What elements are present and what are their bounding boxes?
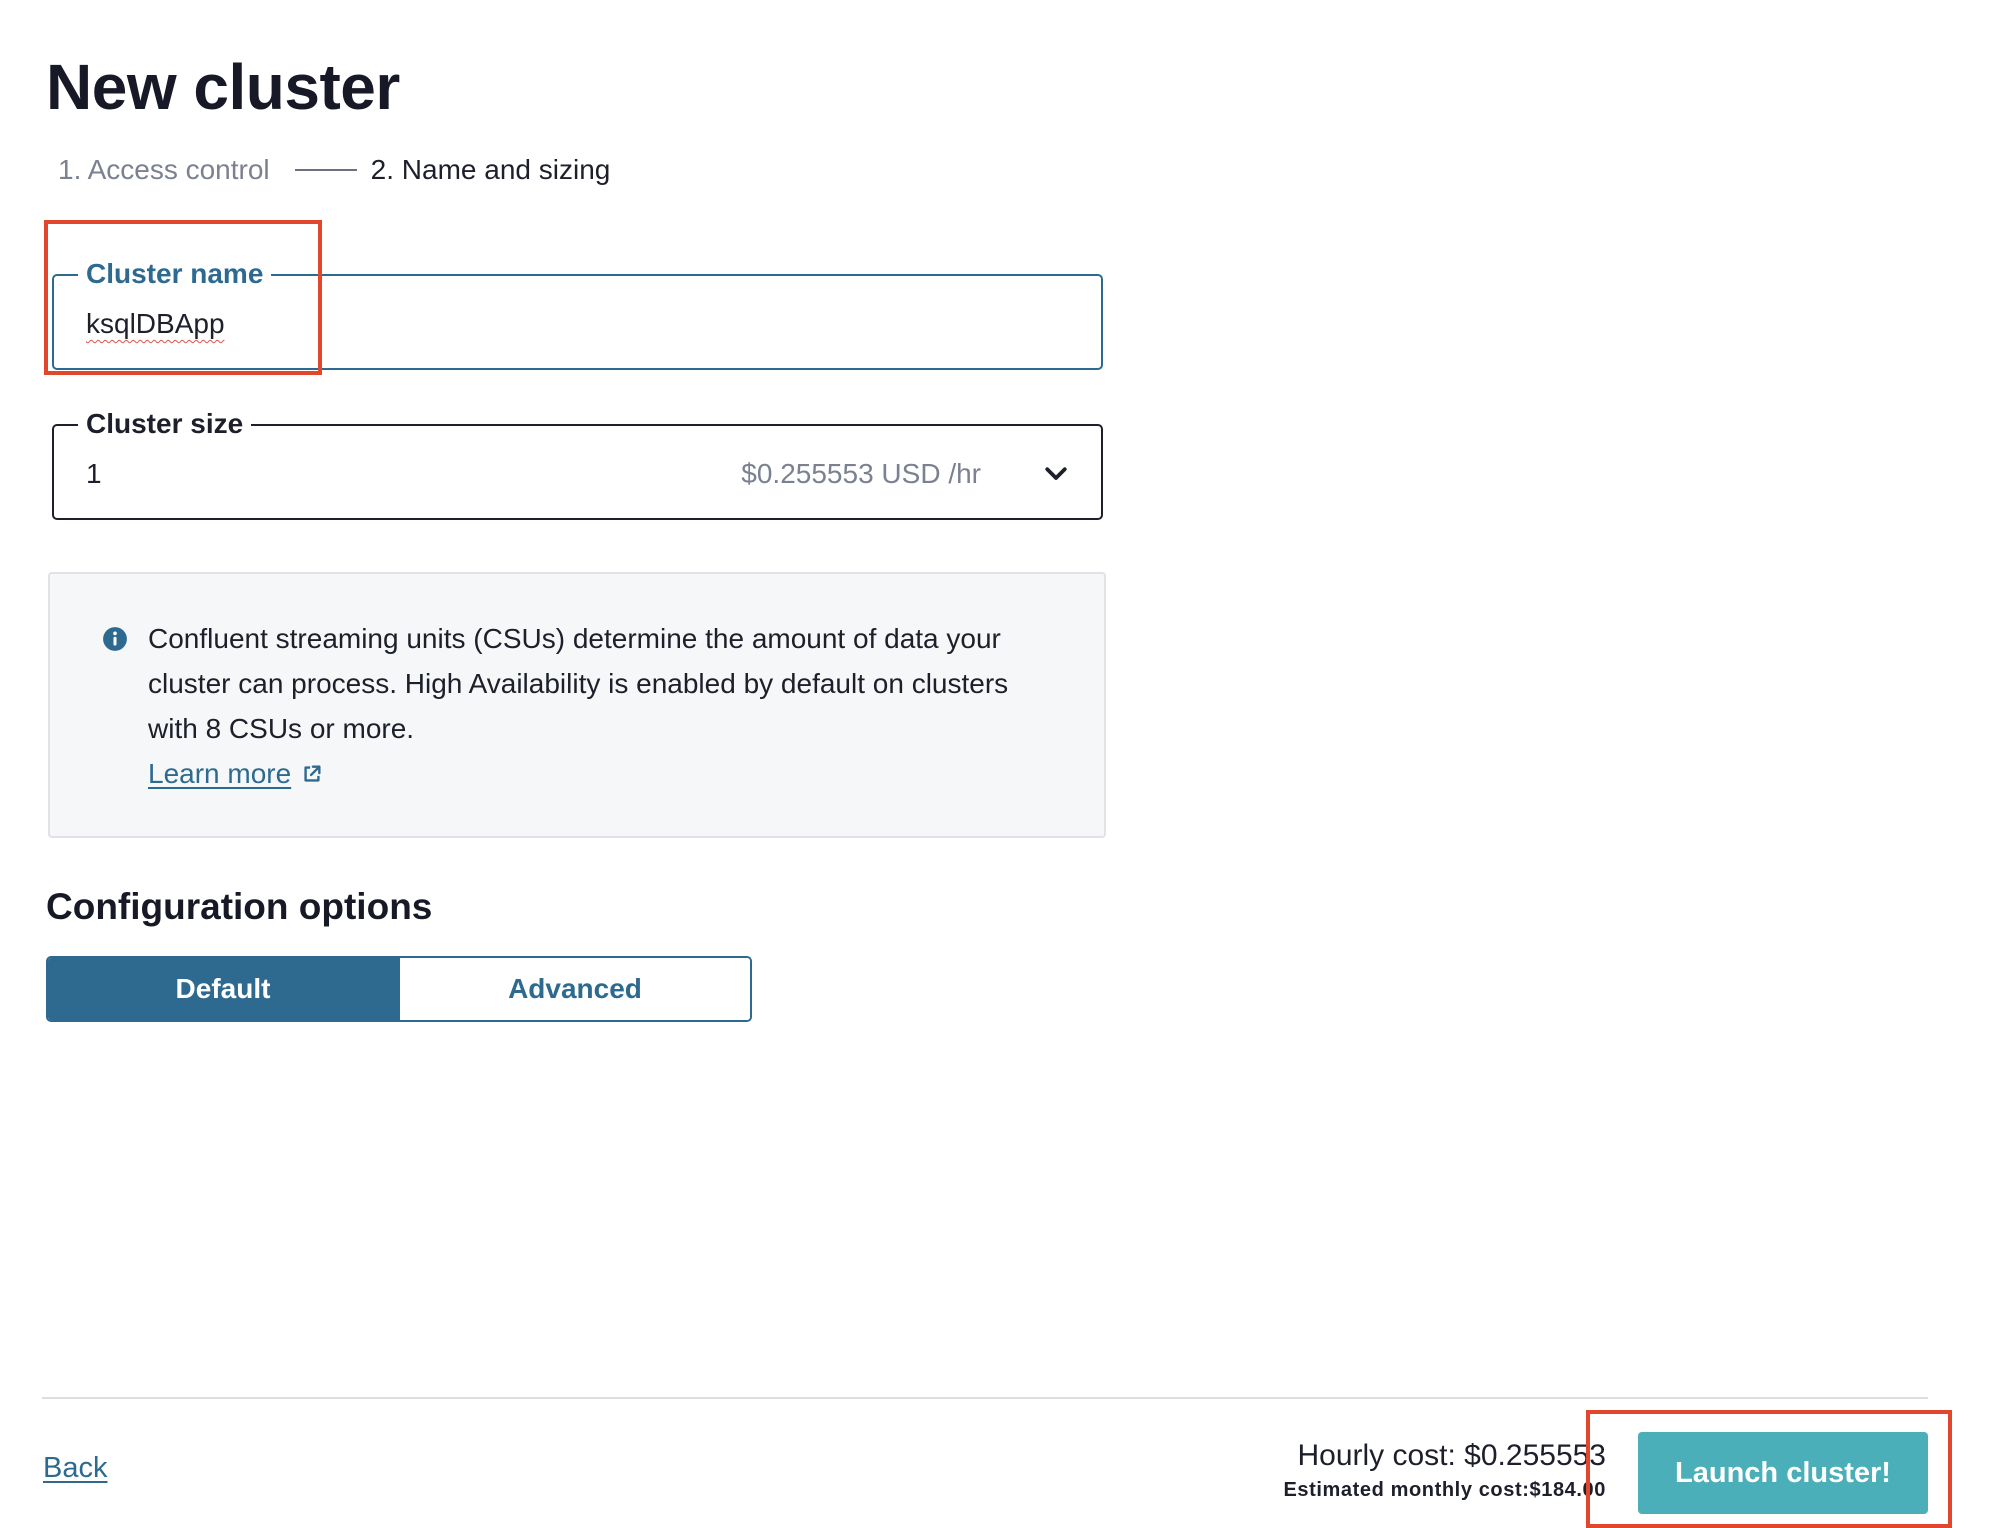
option-default-button[interactable]: Default <box>48 958 398 1020</box>
step-connector <box>294 169 357 171</box>
info-description: Confluent streaming units (CSUs) determi… <box>148 623 1009 744</box>
info-icon <box>103 627 127 651</box>
chevron-down-icon[interactable] <box>1041 458 1071 488</box>
csu-info-box: Confluent streaming units (CSUs) determi… <box>48 572 1106 838</box>
cost-summary: Hourly cost: $0.255553 Estimated monthly… <box>1283 1436 1606 1504</box>
cluster-size-price: $0.255553 USD /hr <box>741 458 981 489</box>
back-link[interactable]: Back <box>43 1452 107 1485</box>
cluster-size-label: Cluster size <box>78 404 252 444</box>
cluster-name-label: Cluster name <box>78 254 272 294</box>
external-link-icon <box>304 764 321 782</box>
monthly-cost: Estimated monthly cost:$184.00 <box>1283 1479 1606 1501</box>
cluster-size-select[interactable]: Cluster size 1 $0.255553 USD /hr <box>52 404 1103 520</box>
cluster-name-input[interactable]: ksqlDBApp <box>86 304 225 344</box>
option-advanced-button[interactable]: Advanced <box>398 958 750 1020</box>
hourly-cost: Hourly cost: $0.255553 <box>1297 1439 1606 1472</box>
cluster-name-field[interactable]: Cluster name ksqlDBApp <box>52 254 1103 370</box>
footer-divider <box>42 1397 1928 1399</box>
configuration-options-toggle: Default Advanced <box>46 956 752 1022</box>
launch-cluster-button[interactable]: Launch cluster! <box>1638 1432 1928 1514</box>
cluster-size-value: 1 <box>86 458 102 489</box>
configuration-options-title: Configuration options <box>46 886 433 927</box>
info-text: Confluent streaming units (CSUs) determi… <box>148 616 1048 796</box>
stepper: 1. Access control 2. Name and sizing <box>58 150 610 190</box>
learn-more-label[interactable]: Learn more <box>148 751 291 796</box>
page-title: New cluster <box>46 51 400 123</box>
step-access-control[interactable]: 1. Access control <box>58 154 270 186</box>
learn-more-link[interactable]: Learn more <box>148 751 323 796</box>
step-name-and-sizing: 2. Name and sizing <box>370 154 611 185</box>
